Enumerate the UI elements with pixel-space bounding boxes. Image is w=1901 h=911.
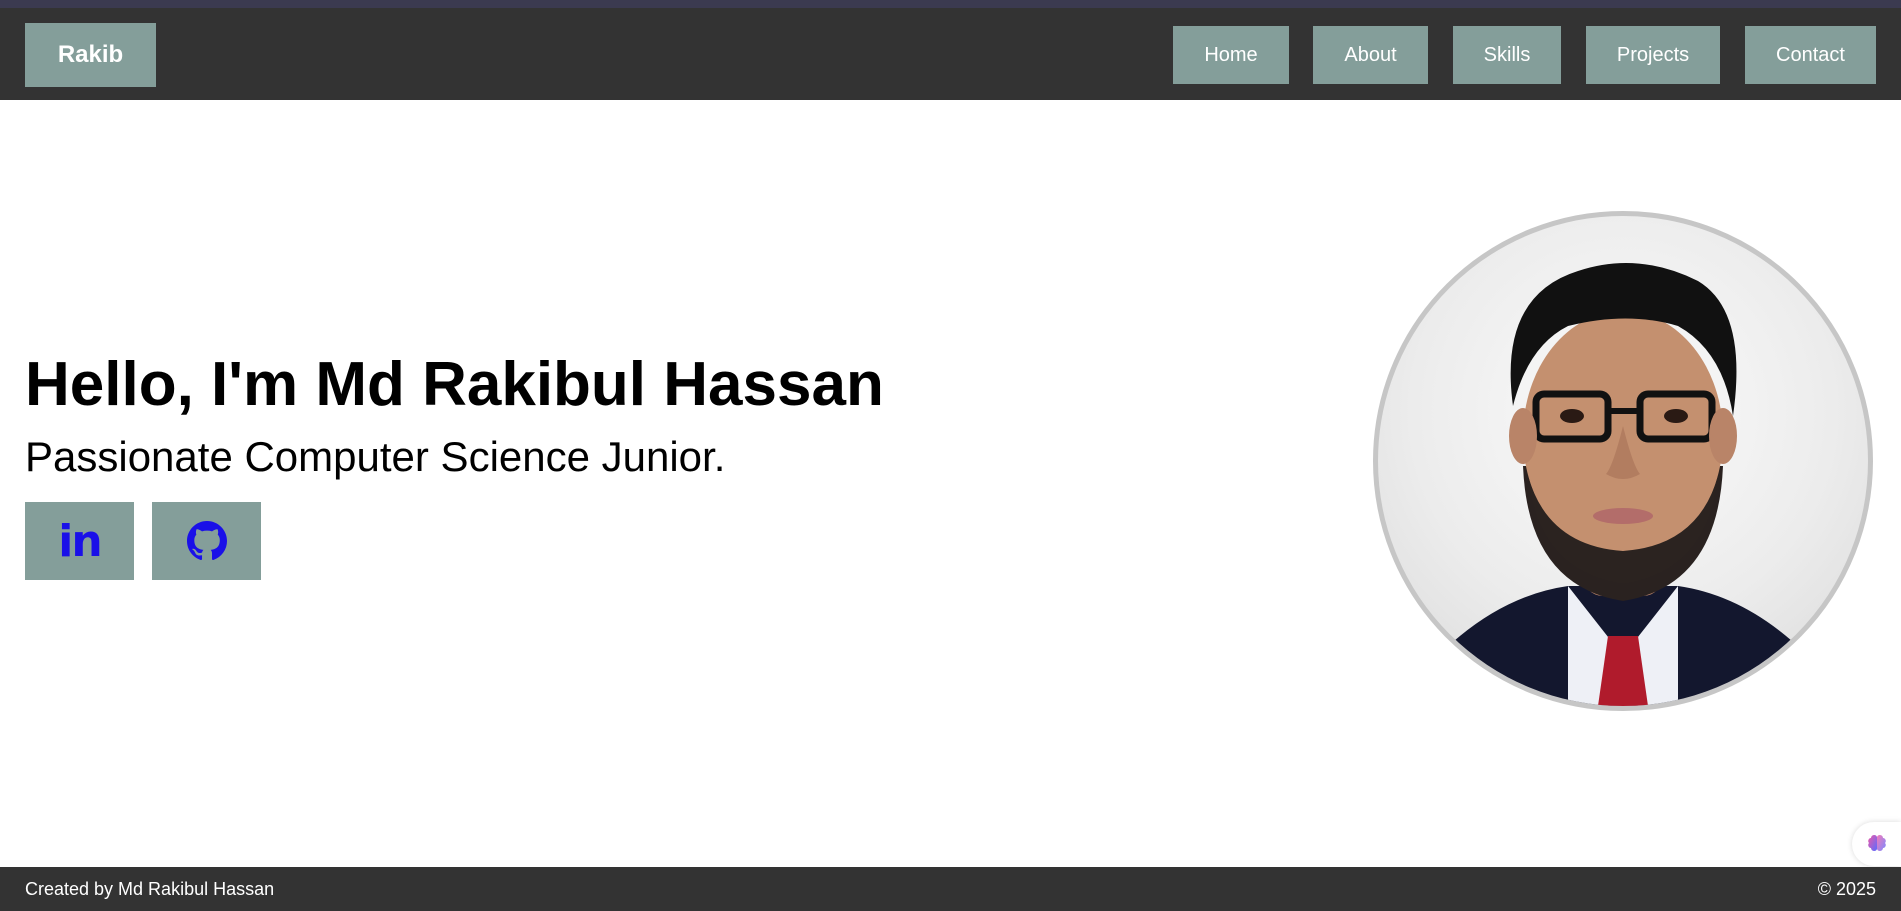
- linkedin-icon: in: [58, 515, 102, 567]
- top-accent-line: [0, 0, 1901, 8]
- github-icon: [186, 521, 227, 561]
- footer: Created by Md Rakibul Hassan © 2025: [0, 867, 1901, 911]
- hero-title: Hello, I'm Md Rakibul Hassan: [25, 350, 884, 419]
- nav-about[interactable]: About: [1313, 26, 1428, 84]
- linkedin-button[interactable]: in: [25, 502, 134, 580]
- footer-credit: Created by Md Rakibul Hassan: [25, 879, 275, 899]
- nav-contact[interactable]: Contact: [1745, 26, 1876, 84]
- hero-subtitle: Passionate Computer Science Junior.: [25, 433, 726, 480]
- github-button[interactable]: [152, 502, 261, 580]
- nav-home[interactable]: Home: [1173, 26, 1289, 84]
- assistant-widget-button[interactable]: [1852, 822, 1901, 866]
- navbar: Rakib Home About Skills Projects Contact: [0, 8, 1901, 100]
- nav-projects[interactable]: Projects: [1586, 26, 1720, 84]
- nav-skills[interactable]: Skills: [1453, 26, 1561, 84]
- profile-photo: [1373, 211, 1873, 711]
- footer-copyright: © 2025: [1817, 879, 1876, 899]
- portrait-illustration: [1438, 263, 1808, 706]
- brand-logo[interactable]: Rakib: [25, 23, 156, 87]
- brain-icon: [1867, 834, 1886, 852]
